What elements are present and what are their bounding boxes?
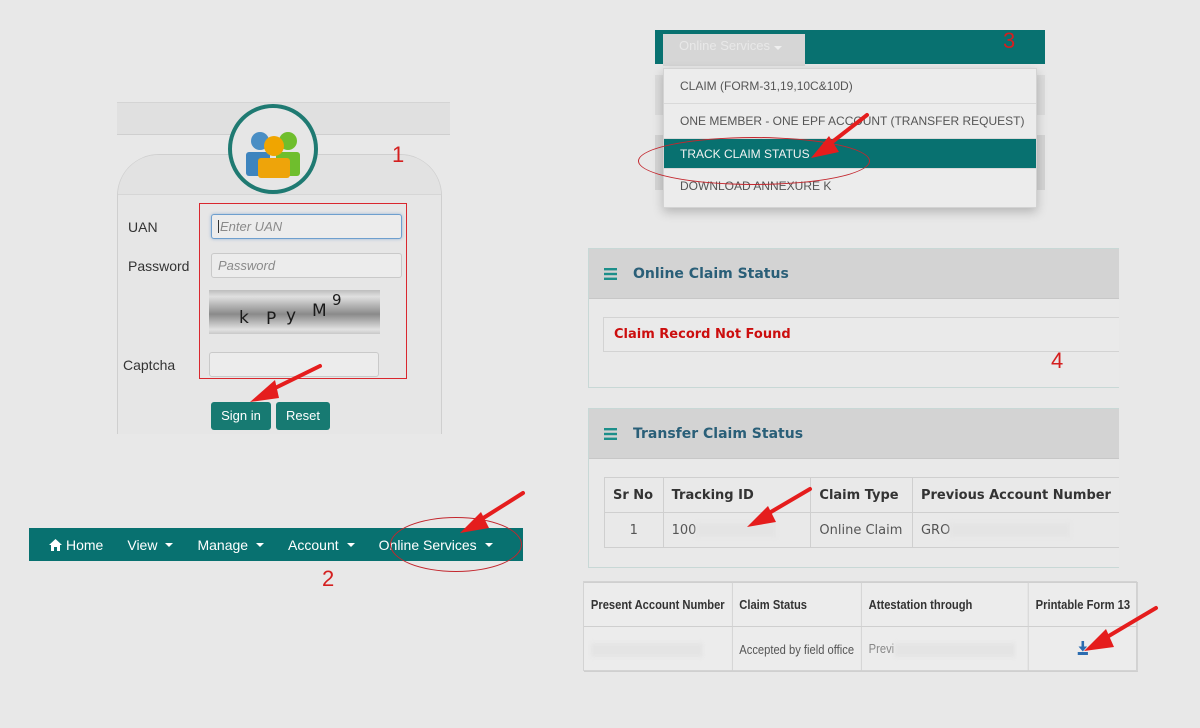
attestation-cell: Previ bbox=[860, 626, 1029, 672]
home-icon bbox=[49, 538, 62, 551]
captcha-char: P bbox=[266, 309, 277, 329]
chevron-down-icon bbox=[774, 46, 783, 50]
step-number-2: 2 bbox=[322, 566, 335, 591]
members-logo-icon bbox=[228, 104, 318, 194]
menu-icon bbox=[604, 267, 617, 280]
table-header-row: Sr No Tracking ID Claim Type Previous Ac… bbox=[604, 477, 1119, 513]
form13-cell bbox=[1027, 626, 1138, 672]
claim-not-found-message: Claim Record Not Found bbox=[603, 317, 1119, 352]
step-number-3: 3 bbox=[1003, 28, 1016, 53]
sign-in-button[interactable]: Sign in bbox=[211, 402, 271, 430]
text-cursor bbox=[218, 220, 219, 233]
transfer-claim-table: Sr No Tracking ID Claim Type Previous Ac… bbox=[604, 477, 1119, 548]
annotation-oval-online-services bbox=[390, 517, 522, 572]
chevron-down-icon bbox=[346, 542, 355, 547]
transfer-claim-status-panel: Transfer Claim Status Sr No Tracking ID … bbox=[588, 408, 1119, 568]
nav-view[interactable]: View bbox=[113, 528, 183, 561]
chevron-down-icon bbox=[165, 542, 174, 547]
panel-header: Transfer Claim Status bbox=[589, 409, 1119, 459]
captcha-input[interactable] bbox=[209, 352, 379, 377]
password-input[interactable]: Password bbox=[211, 253, 402, 278]
column-header: Attestation through bbox=[860, 582, 1029, 627]
redacted-value bbox=[696, 523, 777, 537]
online-claim-status-panel: Online Claim Status Claim Record Not Fou… bbox=[588, 248, 1119, 388]
password-placeholder: Password bbox=[218, 258, 276, 273]
sr-no-cell: 1 bbox=[604, 512, 664, 548]
reset-button[interactable]: Reset bbox=[276, 402, 330, 430]
menu-icon bbox=[604, 427, 617, 440]
panel-title: Transfer Claim Status bbox=[633, 425, 804, 442]
uan-placeholder: Enter UAN bbox=[220, 219, 283, 234]
column-header: Claim Type bbox=[810, 477, 913, 513]
captcha-image: k P y M 9 bbox=[209, 290, 380, 334]
previous-account-cell: GRO bbox=[911, 512, 1119, 548]
panel-header: Online Claim Status bbox=[589, 249, 1119, 299]
nav-home[interactable]: Home bbox=[29, 528, 113, 561]
download-icon[interactable] bbox=[1077, 640, 1089, 658]
password-label: Password bbox=[128, 258, 190, 274]
uan-label: UAN bbox=[128, 219, 158, 235]
redacted-value bbox=[590, 642, 703, 657]
column-header: Previous Account Number bbox=[911, 477, 1119, 513]
menu-item-claim[interactable]: CLAIM (FORM-31,19,10C&10D) bbox=[664, 69, 1036, 104]
column-header: Sr No bbox=[604, 477, 664, 513]
menu-item-transfer-request[interactable]: ONE MEMBER - ONE EPF ACCOUNT (TRANSFER R… bbox=[664, 104, 1036, 139]
table-header-row: Present Account Number Claim Status Atte… bbox=[584, 582, 1138, 627]
annotation-oval-track-claim bbox=[638, 137, 870, 185]
transfer-claim-table-continued: Present Account Number Claim Status Atte… bbox=[583, 581, 1138, 672]
captcha-char: 9 bbox=[332, 291, 342, 309]
claim-status-cell: Accepted by field office bbox=[731, 626, 862, 672]
table-row: 1 100 Online Claim GRO bbox=[604, 512, 1119, 548]
tracking-id-cell: 100 bbox=[662, 512, 812, 548]
uan-input[interactable]: Enter UAN bbox=[211, 214, 402, 239]
column-header: Tracking ID bbox=[662, 477, 812, 513]
column-header: Printable Form 13 bbox=[1027, 582, 1138, 627]
column-header: Present Account Number bbox=[584, 582, 733, 627]
present-account-cell bbox=[584, 626, 733, 672]
redacted-value bbox=[894, 642, 1015, 657]
chevron-down-icon bbox=[256, 542, 265, 547]
step-number-1: 1 bbox=[392, 142, 405, 167]
online-services-tab-open[interactable]: Online Services bbox=[663, 34, 805, 66]
captcha-char: y bbox=[286, 306, 297, 326]
claim-type-cell: Online Claim bbox=[810, 512, 913, 548]
column-header: Claim Status bbox=[731, 582, 862, 627]
captcha-char: k bbox=[239, 308, 249, 328]
step-number-4: 4 bbox=[1051, 348, 1064, 373]
panel-title: Online Claim Status bbox=[633, 265, 789, 282]
nav-account[interactable]: Account bbox=[274, 528, 365, 561]
table-row: Accepted by field office Previ bbox=[584, 626, 1138, 672]
captcha-label: Captcha bbox=[123, 357, 176, 373]
captcha-char: M bbox=[312, 301, 327, 321]
nav-manage[interactable]: Manage bbox=[183, 528, 274, 561]
redacted-value bbox=[950, 523, 1071, 537]
